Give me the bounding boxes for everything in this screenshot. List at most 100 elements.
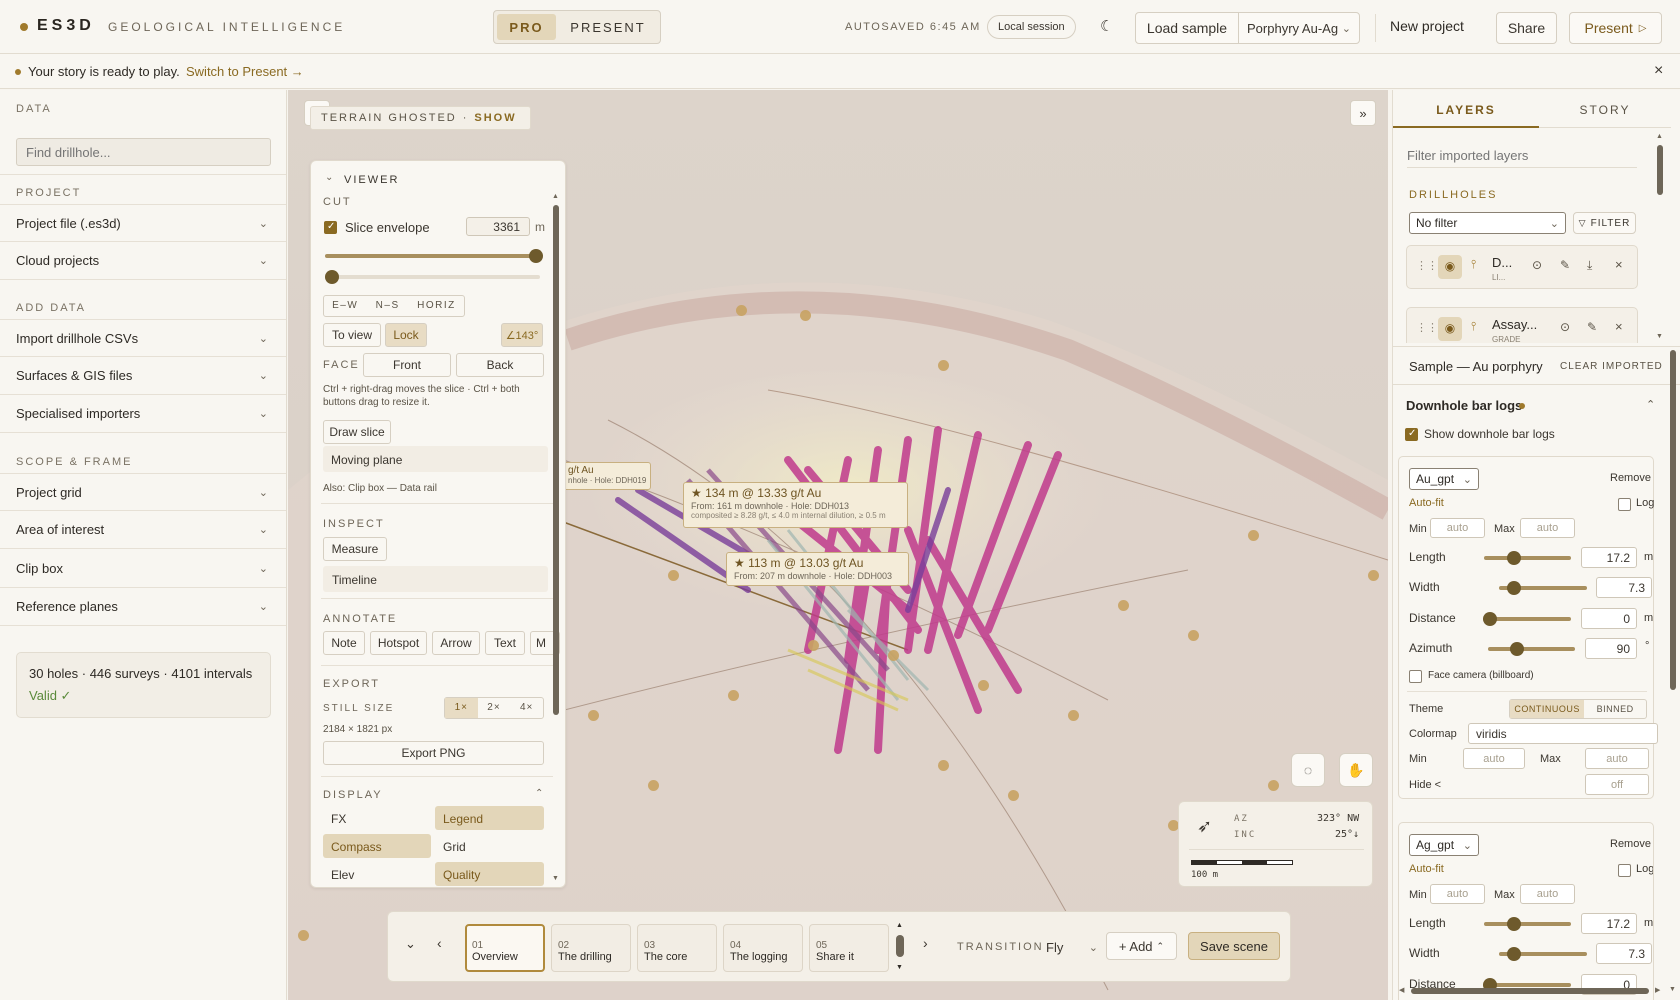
slice-position-slider[interactable]	[325, 249, 543, 263]
right-panel-scrollbar[interactable]: ▼	[1668, 350, 1678, 998]
field-select[interactable]: Au_gpt ⌄	[1409, 468, 1479, 490]
slice-offset-slider[interactable]	[325, 270, 540, 284]
mode-present-button[interactable]: PRESENT	[560, 14, 656, 40]
max-input[interactable]: auto	[1520, 518, 1575, 538]
accordion-cloud-projects[interactable]: Cloud projects ⌄	[0, 242, 286, 280]
drillhole-collar[interactable]	[588, 710, 599, 721]
face-back-button[interactable]: Back	[456, 353, 544, 377]
size-2x-button[interactable]: 2×	[478, 698, 511, 718]
min-input[interactable]: auto	[1430, 884, 1485, 904]
max-input[interactable]: auto	[1520, 884, 1575, 904]
slider-knob[interactable]	[1507, 917, 1521, 931]
drillhole-collar[interactable]	[800, 310, 811, 321]
focus-target-icon[interactable]: ⊙	[1560, 320, 1570, 334]
present-button[interactable]: Present ▷	[1569, 12, 1662, 44]
remove-button[interactable]: Remove	[1610, 838, 1651, 850]
collapse-chevron-up-icon[interactable]: ⌃	[1646, 398, 1655, 411]
transition-select[interactable]: Fly ⌄	[1046, 934, 1098, 960]
edit-pencil-icon[interactable]: ✎	[1587, 320, 1597, 334]
share-button[interactable]: Share	[1496, 12, 1557, 44]
close-icon[interactable]: ×	[1654, 62, 1663, 80]
azimuth-slider[interactable]	[1488, 642, 1575, 656]
scene-card-3[interactable]: 03 The core	[637, 924, 717, 972]
drillhole-collar[interactable]	[978, 680, 989, 691]
timeline-button[interactable]: Timeline	[323, 566, 548, 592]
switch-to-present-link[interactable]: Switch to Present →	[186, 64, 304, 79]
annotate-hotspot-button[interactable]: Hotspot	[370, 631, 427, 655]
color-max-input[interactable]: auto	[1585, 748, 1649, 769]
download-icon[interactable]: ⤓	[1587, 258, 1592, 273]
drillhole-collar[interactable]	[728, 690, 739, 701]
measure-button[interactable]: Measure	[323, 537, 387, 561]
load-sample-button[interactable]: Load sample	[1135, 12, 1239, 44]
accordion-clip-box[interactable]: Clip box ⌄	[0, 550, 286, 588]
width-slider[interactable]	[1499, 581, 1587, 595]
slider-knob[interactable]	[1483, 612, 1497, 626]
scene-card-2[interactable]: 02 The drilling	[551, 924, 631, 972]
terrain-show-button[interactable]: SHOW	[474, 112, 516, 124]
drillhole-collar[interactable]	[1008, 790, 1019, 801]
face-camera-checkbox[interactable]	[1409, 670, 1422, 683]
drillhole-collar[interactable]	[938, 360, 949, 371]
save-scene-button[interactable]: Save scene	[1188, 932, 1280, 960]
drillhole-collar[interactable]	[1188, 630, 1199, 641]
length-input[interactable]: 17.2	[1581, 913, 1637, 934]
export-png-button[interactable]: Export PNG	[323, 741, 544, 765]
viewer-scrollbar[interactable]: ▲ ▼	[552, 193, 560, 883]
axis-ew-button[interactable]: E–W	[324, 296, 366, 316]
min-input[interactable]: auto	[1430, 518, 1485, 538]
drillhole-search-input[interactable]	[16, 138, 271, 166]
theme-toggle-moon-icon[interactable]: ☾	[1100, 17, 1113, 35]
log-checkbox[interactable]	[1618, 498, 1631, 511]
drillhole-filter-select[interactable]: No filter ⌄	[1409, 212, 1566, 234]
scene-scrollbar[interactable]: ▲ ▼	[895, 922, 905, 974]
filter-button[interactable]: ▽ FILTER	[1573, 212, 1636, 234]
color-min-input[interactable]: auto	[1463, 748, 1525, 769]
annotate-text-button[interactable]: Text	[485, 631, 525, 655]
drillhole-collar[interactable]	[938, 760, 949, 771]
annotate-arrow-button[interactable]: Arrow	[432, 631, 480, 655]
distance-slider[interactable]	[1483, 612, 1571, 626]
log-checkbox[interactable]	[1618, 864, 1631, 877]
accordion-project-file[interactable]: Project file (.es3d) ⌄	[0, 204, 286, 242]
theme-continuous-button[interactable]: CONTINUOUS	[1510, 700, 1585, 718]
drillhole-collar[interactable]	[1248, 530, 1259, 541]
slider-knob[interactable]	[1507, 947, 1521, 961]
edit-pencil-icon[interactable]: ✎	[1560, 258, 1570, 272]
collapse-display-chevron-icon[interactable]: ⌃	[535, 788, 543, 799]
accordion-specialised-importers[interactable]: Specialised importers ⌄	[0, 395, 286, 433]
remove-button[interactable]: Remove	[1610, 472, 1651, 484]
slider-knob[interactable]	[1507, 551, 1521, 565]
display-fx-toggle[interactable]: FX	[323, 806, 431, 830]
tab-layers[interactable]: LAYERS	[1393, 90, 1539, 128]
drag-handle-icon[interactable]: ⋮⋮	[1416, 259, 1438, 272]
intercept-callout[interactable]: ★ 134 m @ 13.33 g/t Au From: 161 m downh…	[683, 482, 908, 528]
drillhole-collar[interactable]	[1118, 600, 1129, 611]
width-input[interactable]: 7.3	[1596, 943, 1652, 964]
next-scene-icon[interactable]: ›	[923, 935, 928, 951]
slice-width-input[interactable]: 3361	[466, 217, 530, 236]
layer-filter-input[interactable]	[1407, 144, 1637, 168]
sample-select[interactable]: Porphyry Au-Ag ⌄	[1238, 12, 1360, 44]
width-input[interactable]: 7.3	[1596, 577, 1652, 598]
collapse-viewer-chevron-icon[interactable]: ⌄	[325, 172, 333, 183]
visibility-eye-icon[interactable]: ◉	[1438, 255, 1462, 279]
moving-plane-button[interactable]: Moving plane	[323, 446, 548, 472]
drillhole-collar[interactable]	[668, 570, 679, 581]
length-slider[interactable]	[1484, 917, 1571, 931]
display-compass-toggle[interactable]: Compass	[323, 834, 431, 858]
tab-story[interactable]: STORY	[1539, 90, 1671, 128]
slider-knob[interactable]	[325, 270, 339, 284]
layer-item[interactable]: ⋮⋮ ◉ ⫯ D... LI... ⊙ ✎ ⤓ ×	[1406, 245, 1638, 289]
drillhole-collar[interactable]	[1068, 710, 1079, 721]
display-elev-toggle[interactable]: Elev	[323, 862, 431, 886]
drillhole-collar[interactable]	[1268, 780, 1279, 791]
slider-knob[interactable]	[1510, 642, 1524, 656]
scene-card-5[interactable]: 05 Share it	[809, 924, 889, 972]
remove-close-icon[interactable]: ×	[1615, 257, 1623, 272]
display-grid-toggle[interactable]: Grid	[435, 834, 544, 858]
draw-slice-button[interactable]: Draw slice	[323, 420, 391, 444]
hide-below-input[interactable]: off	[1585, 774, 1649, 795]
pan-hand-icon[interactable]: ✋	[1339, 753, 1373, 787]
intercept-callout[interactable]: ★ 113 m @ 13.03 g/t Au From: 207 m downh…	[726, 552, 909, 586]
